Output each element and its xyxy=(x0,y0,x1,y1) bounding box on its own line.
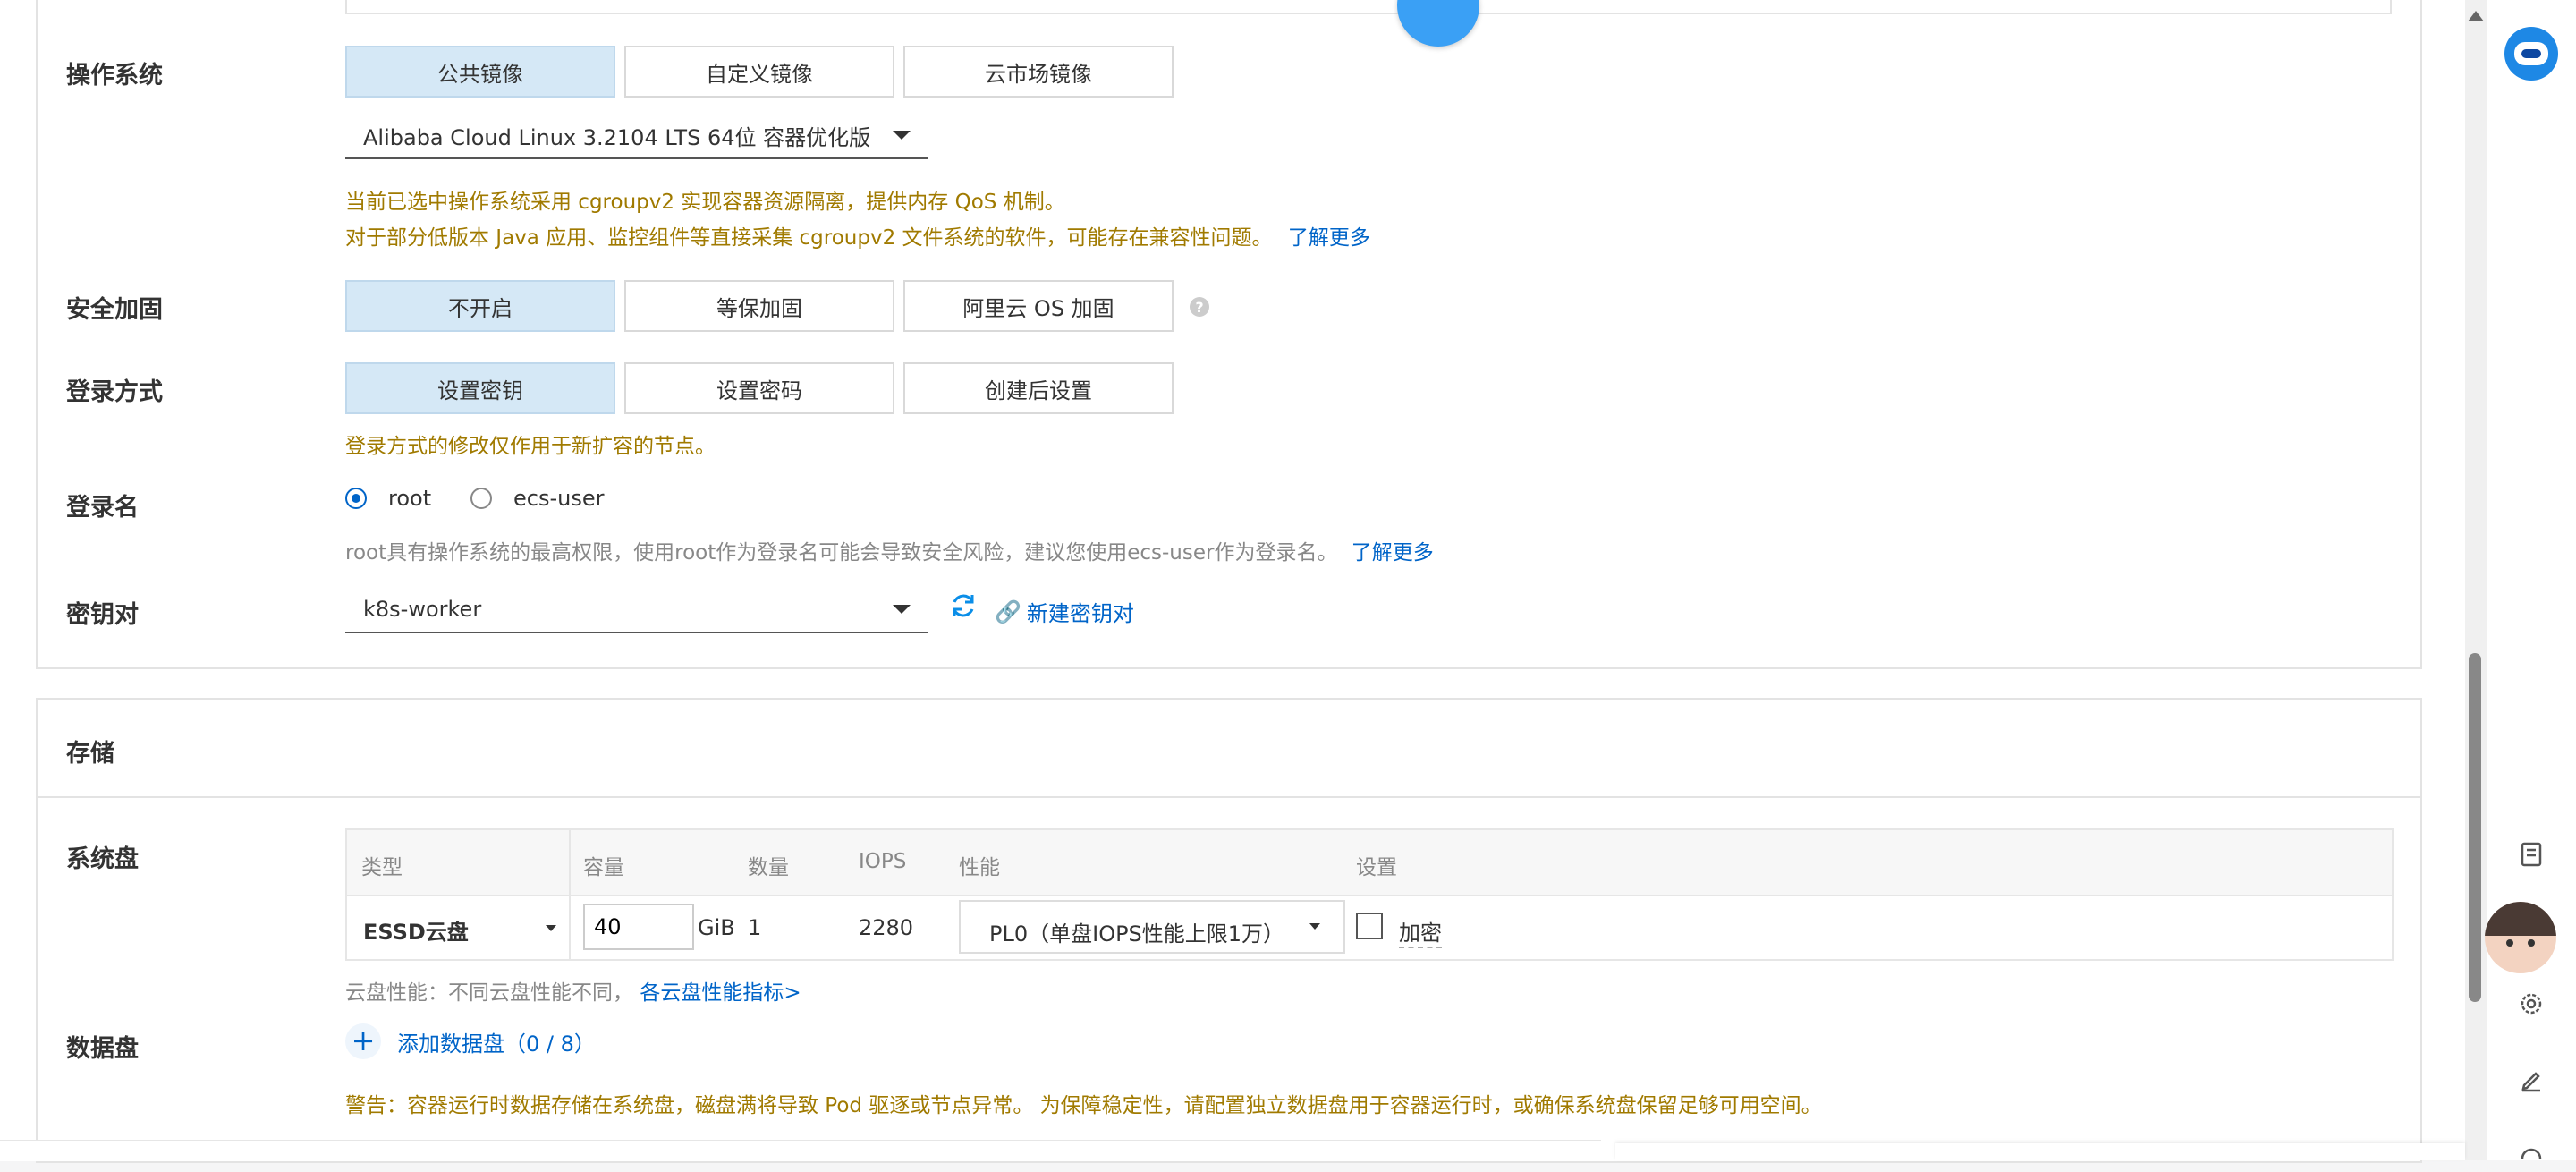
col-header-type: 类型 xyxy=(361,856,402,879)
add-data-disk-button[interactable]: + 添加数据盘（0 / 8） xyxy=(345,1023,596,1059)
disk-performance-note: 云盘性能：不同云盘性能不同， 各云盘性能指标> xyxy=(345,981,801,1005)
keypair-select[interactable]: k8s-worker xyxy=(345,587,928,633)
system-disk-label: 系统盘 xyxy=(66,845,139,873)
edit-icon[interactable] xyxy=(2513,1061,2549,1097)
tab-security-aliyun-os[interactable]: 阿里云 OS 加固 xyxy=(903,280,1174,332)
os-note-2: 对于部分低版本 Java 应用、监控组件等直接采集 cgroupv2 文件系统的… xyxy=(345,226,1370,250)
bottom-bar-left xyxy=(0,1140,1601,1161)
help-icon[interactable]: ? xyxy=(1190,297,1209,317)
top-field-remnant xyxy=(345,0,2392,14)
chevron-down-icon xyxy=(1309,923,1320,930)
login-name-label: 登录名 xyxy=(66,494,139,522)
encrypt-checkbox[interactable] xyxy=(1356,913,1383,939)
tab-custom-image[interactable]: 自定义镜像 xyxy=(624,46,894,98)
col-header-capacity: 容量 xyxy=(583,856,624,879)
tab-security-mlps[interactable]: 等保加固 xyxy=(624,280,894,332)
disk-iops: 2280 xyxy=(859,915,914,940)
os-config-panel xyxy=(36,0,2422,669)
assistant-robot-icon[interactable] xyxy=(2504,27,2558,81)
os-image-select[interactable]: Alibaba Cloud Linux 3.2104 LTS 64位 容器优化版 xyxy=(345,113,928,159)
os-label: 操作系统 xyxy=(66,62,163,89)
storage-title: 存储 xyxy=(66,740,114,768)
disk-type-select[interactable]: ESSD云盘 xyxy=(347,896,569,959)
col-divider xyxy=(569,830,571,959)
create-keypair-link[interactable]: 🔗 新建密钥对 xyxy=(995,596,1134,627)
gear-icon[interactable] xyxy=(2513,986,2549,1022)
data-disk-label: 数据盘 xyxy=(66,1035,139,1063)
tab-marketplace-image[interactable]: 云市场镜像 xyxy=(903,46,1174,98)
plus-icon: + xyxy=(345,1023,381,1059)
bottom-bar-right xyxy=(1615,1143,2465,1160)
tab-public-image[interactable]: 公共镜像 xyxy=(345,46,615,98)
customer-avatar[interactable] xyxy=(2485,902,2556,973)
tab-set-password[interactable]: 设置密码 xyxy=(624,362,894,414)
capacity-input[interactable] xyxy=(583,904,694,950)
login-name-learn-more-link[interactable]: 了解更多 xyxy=(1352,541,1434,565)
disk-count: 1 xyxy=(748,915,762,940)
link-icon: 🔗 xyxy=(995,599,1021,624)
tab-set-after-create[interactable]: 创建后设置 xyxy=(903,362,1174,414)
refresh-icon[interactable] xyxy=(948,590,979,621)
radio-ecs-user[interactable] xyxy=(470,488,492,509)
col-header-count: 数量 xyxy=(748,856,789,879)
headset-icon[interactable] xyxy=(2513,1136,2549,1172)
login-name-note: root具有操作系统的最高权限，使用root作为登录名可能会导致安全风险，建议您… xyxy=(345,541,1434,565)
chevron-down-icon xyxy=(893,131,911,140)
performance-select[interactable]: PL0（单盘IOPS性能上限1万） xyxy=(959,900,1345,954)
radio-root-label[interactable]: root xyxy=(388,486,431,511)
radio-ecs-user-label[interactable]: ecs-user xyxy=(513,486,604,511)
storage-warning: 警告：容器运行时数据存储在系统盘，磁盘满将导致 Pod 驱逐或节点异常。 为保障… xyxy=(345,1094,1822,1117)
keypair-label: 密钥对 xyxy=(66,601,139,629)
disk-performance-link[interactable]: 各云盘性能指标> xyxy=(640,981,801,1005)
keypair-value: k8s-worker xyxy=(363,597,482,622)
login-method-note: 登录方式的修改仅作用于新扩容的节点。 xyxy=(345,435,716,458)
login-method-label: 登录方式 xyxy=(66,378,163,406)
main-content: 操作系统 公共镜像 自定义镜像 云市场镜像 Alibaba Cloud Linu… xyxy=(0,0,2465,1163)
scroll-up-arrow[interactable] xyxy=(2468,11,2484,21)
col-header-iops: IOPS xyxy=(859,850,907,873)
tab-set-key[interactable]: 设置密钥 xyxy=(345,362,615,414)
radio-root[interactable] xyxy=(345,488,367,509)
storage-divider xyxy=(38,796,2420,798)
chevron-down-icon xyxy=(893,605,911,614)
scrollbar-thumb[interactable] xyxy=(2469,653,2481,1002)
os-image-value: Alibaba Cloud Linux 3.2104 LTS 64位 容器优化版 xyxy=(363,124,871,150)
capacity-unit: GiB xyxy=(698,915,735,940)
chevron-down-icon xyxy=(546,925,556,931)
os-note-1: 当前已选中操作系统采用 cgroupv2 实现容器资源隔离，提供内存 QoS 机… xyxy=(345,191,1065,214)
os-learn-more-link[interactable]: 了解更多 xyxy=(1288,226,1370,250)
security-label: 安全加固 xyxy=(66,296,163,324)
encrypt-label[interactable]: 加密 xyxy=(1399,915,1442,948)
document-icon[interactable] xyxy=(2513,837,2549,872)
col-header-settings: 设置 xyxy=(1356,856,1397,879)
col-header-performance: 性能 xyxy=(959,856,1000,879)
tab-security-off[interactable]: 不开启 xyxy=(345,280,615,332)
